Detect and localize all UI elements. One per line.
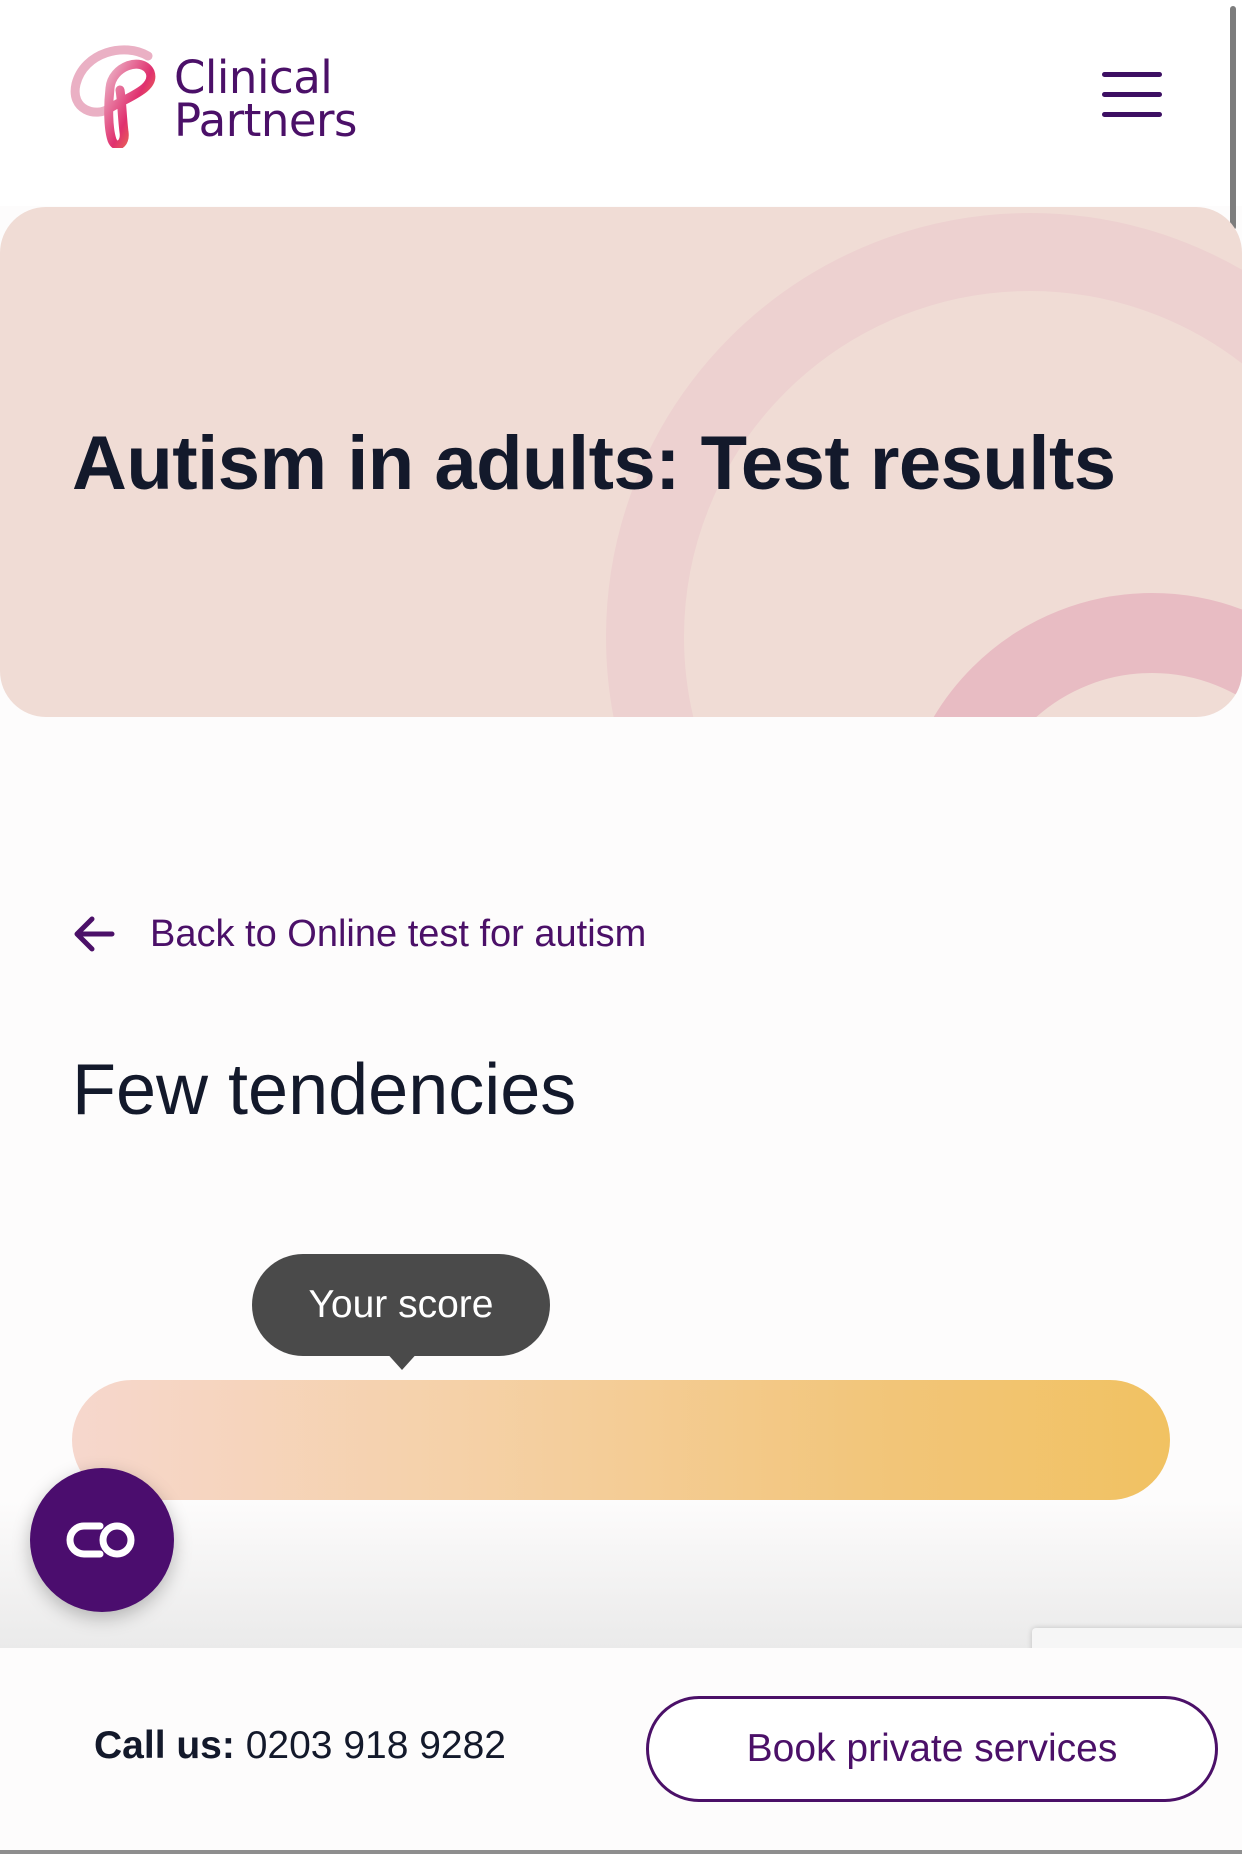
call-us-label: Call us: <box>94 1724 235 1767</box>
sticky-footer: Call us: 0203 918 9282 Book private serv… <box>0 1648 1242 1854</box>
back-to-test-link[interactable]: Back to Online test for autism <box>72 904 646 964</box>
score-tooltip: Your score <box>252 1254 550 1356</box>
score-tooltip-pointer <box>384 1350 420 1370</box>
page-title: Autism in adults: Test results <box>72 421 1116 506</box>
site-header: Clinical Partners <box>0 0 1242 206</box>
book-private-services-button[interactable]: Book private services <box>646 1696 1218 1802</box>
call-us-text[interactable]: Call us: 0203 918 9282 <box>94 1718 506 1774</box>
result-title: Few tendencies <box>72 1050 577 1130</box>
logo-wordmark: Clinical Partners <box>174 51 358 147</box>
hero-banner: Autism in adults: Test results <box>0 207 1242 717</box>
chat-widget-icon <box>66 1522 135 1558</box>
logo-link[interactable]: Clinical Partners <box>70 44 390 164</box>
arrow-left-icon <box>74 916 115 952</box>
logo-text-line2: Partners <box>174 94 358 147</box>
phone-number: 0203 918 9282 <box>245 1724 506 1767</box>
score-tooltip-label: Your score <box>308 1283 494 1326</box>
page-scrollbar[interactable] <box>1230 6 1236 230</box>
score-bar <box>72 1380 1170 1500</box>
logo-text-line1: Clinical <box>174 51 333 104</box>
chat-widget-button[interactable] <box>30 1468 174 1612</box>
clinical-partners-logo-icon <box>70 45 156 148</box>
hamburger-menu-icon[interactable] <box>1100 72 1164 120</box>
back-link-label: Back to Online test for autism <box>150 912 647 955</box>
